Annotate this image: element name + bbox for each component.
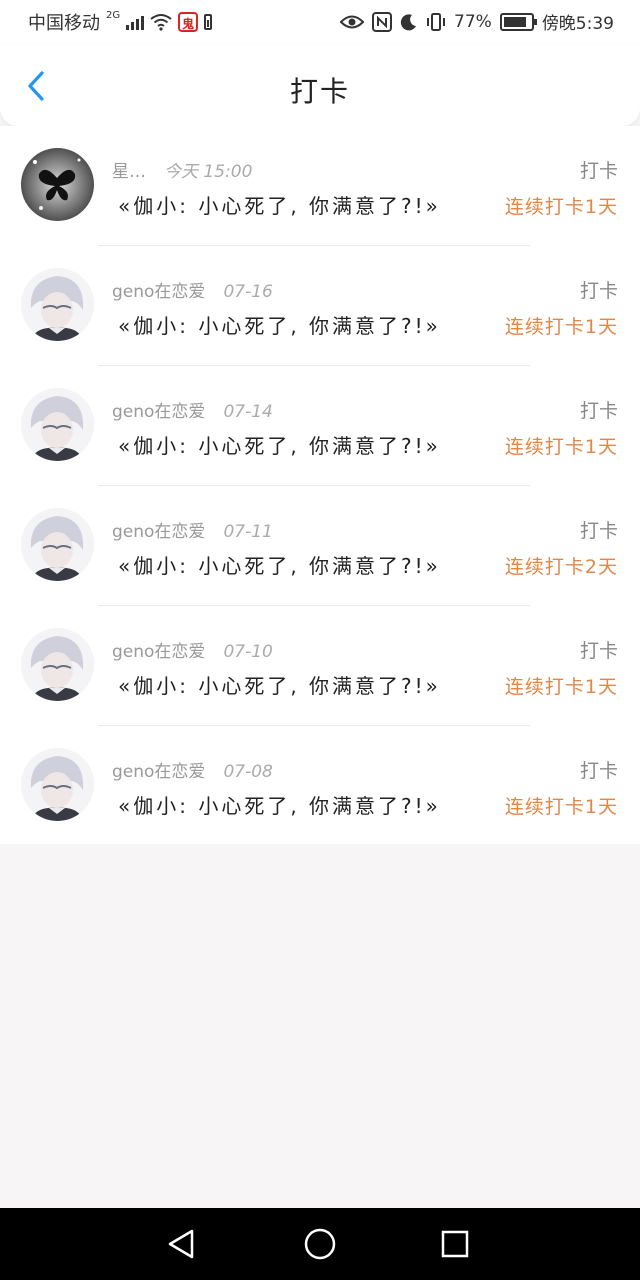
item-meta: geno在恋爱 07-10	[112, 637, 273, 662]
checkin-message: «伽小: 小心死了, 你满意了?!»	[118, 794, 441, 818]
checkin-message: «伽小: 小心死了, 你满意了?!»	[118, 674, 441, 698]
anime-boy-avatar[interactable]	[21, 268, 94, 341]
top-app-bar: 打卡	[0, 44, 640, 126]
username[interactable]: geno在恋爱	[112, 282, 205, 302]
username[interactable]: geno在恋爱	[112, 402, 205, 422]
recents-square-icon	[441, 1230, 469, 1258]
battery-icon	[499, 12, 537, 31]
anime-boy-avatar[interactable]	[21, 508, 94, 581]
list-item[interactable]: geno在恋爱 07-16 打卡 «伽小: 小心死了, 你满意了?!» 连续打卡1…	[0, 246, 640, 366]
anime-boy-avatar[interactable]	[21, 748, 94, 821]
list-item[interactable]: geno在恋爱 07-14 打卡 «伽小: 小心死了, 你满意了?!» 连续打卡1…	[0, 366, 640, 486]
timestamp: 07-11	[223, 522, 273, 542]
signal-icon	[126, 14, 145, 30]
list-item[interactable]: geno在恋爱 07-10 打卡 «伽小: 小心死了, 你满意了?!» 连续打卡1…	[0, 606, 640, 726]
butterfly-avatar[interactable]	[21, 148, 94, 221]
username[interactable]: geno在恋爱	[112, 642, 205, 662]
streak-label: 连续打卡1天	[504, 676, 618, 698]
list-item[interactable]: geno在恋爱 07-08 打卡 «伽小: 小心死了, 你满意了?!» 连续打卡1…	[0, 726, 640, 846]
item-type: 打卡	[579, 400, 618, 422]
nav-recents-button[interactable]	[437, 1226, 473, 1262]
status-left: 中国移动 2G 鬼	[28, 9, 213, 35]
item-meta: geno在恋爱 07-11	[112, 517, 273, 542]
username[interactable]: geno在恋爱	[112, 522, 205, 542]
back-triangle-icon	[168, 1229, 194, 1259]
timestamp: 07-16	[223, 282, 273, 302]
checkin-message: «伽小: 小心死了, 你满意了?!»	[118, 554, 441, 578]
vibrate-icon	[427, 12, 446, 31]
home-circle-icon	[304, 1228, 336, 1260]
page-title: 打卡	[289, 75, 350, 108]
eye-icon	[340, 15, 365, 28]
nav-back-button[interactable]	[164, 1226, 200, 1262]
item-type: 打卡	[579, 280, 618, 302]
nfc-icon	[372, 11, 393, 32]
username[interactable]: 星…	[112, 162, 146, 182]
checkin-message: «伽小: 小心死了, 你满意了?!»	[118, 434, 441, 458]
item-type: 打卡	[579, 520, 618, 542]
status-bar: 中国移动 2G 鬼 77% 傍晚5:39	[0, 0, 640, 44]
item-meta: geno在恋爱 07-16	[112, 277, 273, 302]
wifi-icon	[150, 14, 172, 31]
username[interactable]: geno在恋爱	[112, 762, 205, 782]
battery-percent: 77%	[454, 11, 492, 32]
app-notification-icon: 鬼	[178, 12, 199, 32]
list-item[interactable]: 星… 今天 15:00 打卡 «伽小: 小心死了, 你满意了?!» 连续打卡1天	[0, 126, 640, 246]
checkin-message: «伽小: 小心死了, 你满意了?!»	[118, 314, 441, 338]
item-type: 打卡	[579, 640, 618, 662]
network-type: 2G	[106, 9, 121, 21]
timestamp: 07-08	[223, 762, 273, 782]
carrier-label: 中国移动	[28, 13, 100, 34]
anime-boy-avatar[interactable]	[21, 628, 94, 701]
item-type: 打卡	[579, 160, 618, 182]
item-type: 打卡	[579, 760, 618, 782]
small-battery-icon	[204, 14, 213, 30]
streak-label: 连续打卡2天	[504, 556, 618, 578]
anime-boy-avatar[interactable]	[21, 388, 94, 461]
system-nav-bar	[0, 1208, 640, 1280]
streak-label: 连续打卡1天	[504, 196, 618, 218]
item-meta: geno在恋爱 07-14	[112, 397, 273, 422]
streak-label: 连续打卡1天	[504, 796, 618, 818]
streak-label: 连续打卡1天	[504, 436, 618, 458]
streak-label: 连续打卡1天	[504, 316, 618, 338]
status-right: 77% 傍晚5:39	[340, 9, 614, 34]
timestamp: 07-14	[223, 402, 273, 422]
timestamp: 07-10	[223, 642, 273, 662]
checkin-list: 星… 今天 15:00 打卡 «伽小: 小心死了, 你满意了?!» 连续打卡1天 …	[0, 126, 640, 844]
checkin-message: «伽小: 小心死了, 你满意了?!»	[118, 194, 441, 218]
item-meta: 星… 今天 15:00	[112, 157, 252, 182]
list-item[interactable]: geno在恋爱 07-11 打卡 «伽小: 小心死了, 你满意了?!» 连续打卡2…	[0, 486, 640, 606]
moon-icon	[400, 13, 417, 30]
item-meta: geno在恋爱 07-08	[112, 757, 273, 782]
nav-home-button[interactable]	[302, 1226, 338, 1262]
clock: 傍晚5:39	[541, 14, 614, 34]
timestamp: 今天 15:00	[164, 162, 253, 182]
